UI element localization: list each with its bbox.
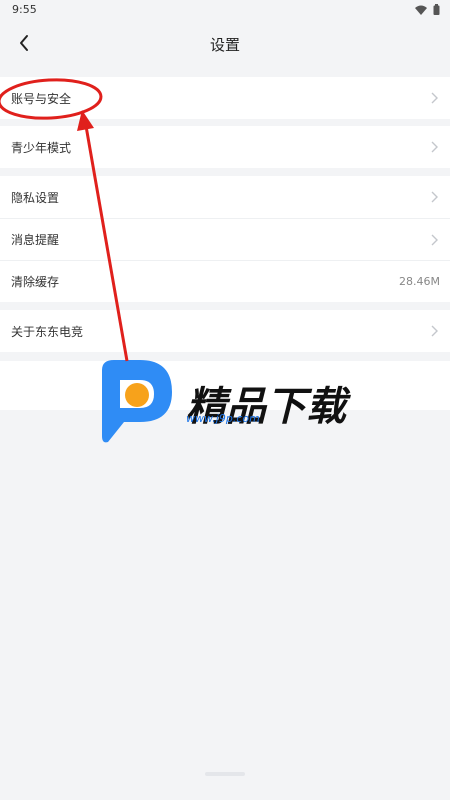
watermark: 精品下载 www.j9p.com <box>98 356 358 446</box>
settings-item-label: 关于东东电竞 <box>11 324 84 339</box>
settings-item-teen-mode[interactable]: 青少年模式 <box>0 126 450 168</box>
settings-group-teen: 青少年模式 <box>0 126 450 168</box>
settings-item-label: 清除缓存 <box>11 275 60 289</box>
status-bar: 9:55 <box>0 0 450 22</box>
watermark-url: www.j9p.com <box>186 412 260 425</box>
settings-item-label: 隐私设置 <box>11 190 60 205</box>
chevron-right-icon <box>431 234 438 246</box>
settings-item-account-security[interactable]: 账号与安全 <box>0 77 450 119</box>
page-title: 设置 <box>209 36 240 54</box>
settings-screen: 9:55 设置 账号与安全 青少年模式 隐私设置 消息提醒 清除缓存 28.46… <box>0 0 450 800</box>
settings-item-about[interactable]: 关于东东电竞 <box>0 310 450 352</box>
watermark-logo-icon <box>102 360 172 443</box>
cache-size-value: 28.46M <box>399 275 440 288</box>
home-indicator <box>205 772 245 776</box>
settings-item-label: 账号与安全 <box>11 91 72 106</box>
settings-item-label: 消息提醒 <box>11 233 60 247</box>
chevron-right-icon <box>431 325 438 337</box>
status-icons <box>415 4 440 15</box>
settings-item-clear-cache[interactable]: 清除缓存 28.46M <box>0 260 450 302</box>
settings-group-general: 隐私设置 消息提醒 清除缓存 28.46M <box>0 176 450 302</box>
status-time: 9:55 <box>12 3 37 16</box>
settings-group-account: 账号与安全 <box>0 77 450 119</box>
settings-item-label: 青少年模式 <box>11 140 72 155</box>
chevron-right-icon <box>431 191 438 203</box>
settings-item-notifications[interactable]: 消息提醒 <box>0 218 450 260</box>
chevron-right-icon <box>431 92 438 104</box>
settings-item-privacy[interactable]: 隐私设置 <box>0 176 450 218</box>
header: 设置 <box>0 22 450 66</box>
settings-group-about: 关于东东电竞 <box>0 310 450 352</box>
wifi-icon <box>415 5 427 15</box>
chevron-right-icon <box>431 141 438 153</box>
battery-icon <box>433 4 440 15</box>
